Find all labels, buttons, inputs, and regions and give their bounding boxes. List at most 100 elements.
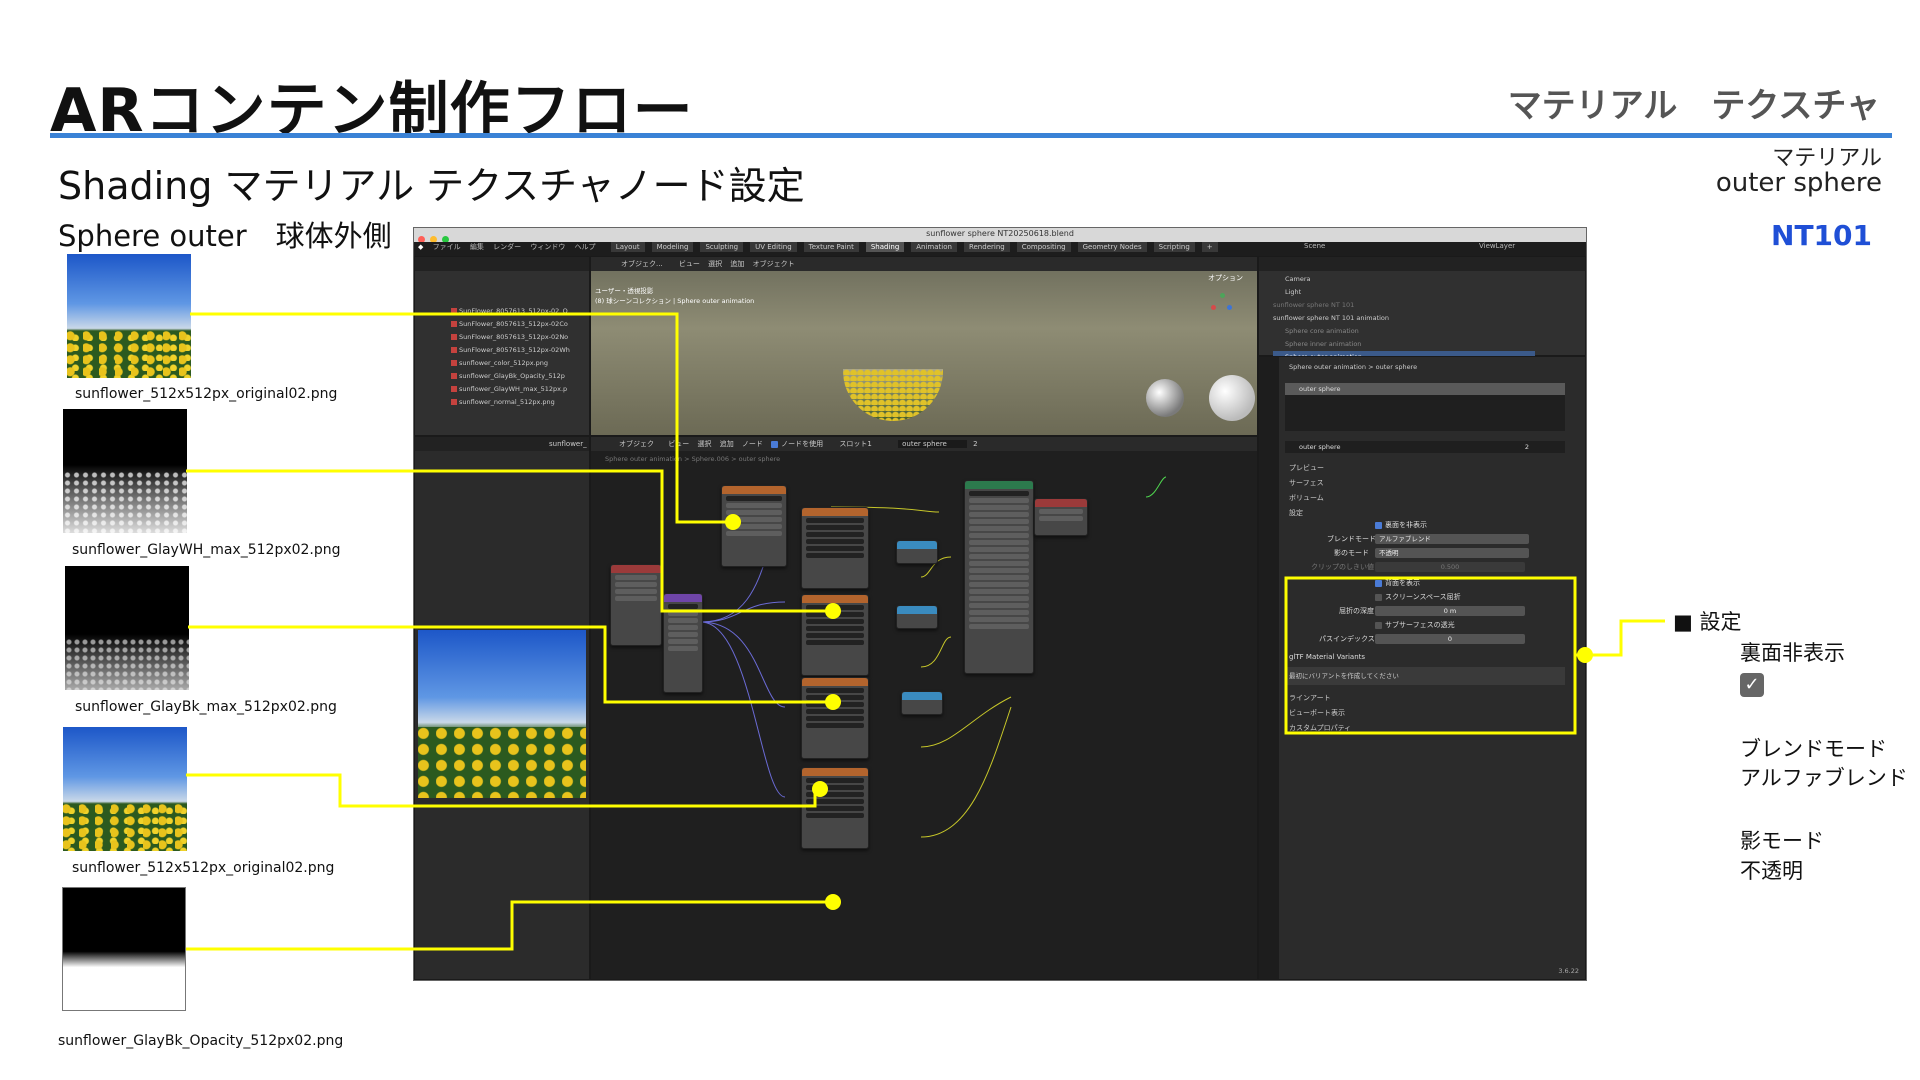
clip-threshold-label: クリップのしきい値	[1311, 563, 1374, 571]
backface-culling-row[interactable]: 裏面を非表示	[1375, 520, 1427, 532]
thumbnail-original-2	[63, 727, 187, 851]
sss-translucency-checkbox[interactable]	[1375, 621, 1382, 629]
section-lineart[interactable]: ラインアート	[1289, 691, 1351, 706]
prop-breadcrumb-material[interactable]: outer sphere	[1376, 363, 1418, 371]
material-slot-item[interactable]: outer sphere	[1285, 383, 1565, 395]
tab-geometry-nodes[interactable]: Geometry Nodes	[1077, 242, 1147, 252]
node-image-texture-glaybk[interactable]	[801, 594, 869, 676]
tab-sculpting[interactable]: Sculpting	[700, 242, 744, 252]
section-viewport-display[interactable]: ビューポート表示	[1289, 706, 1351, 721]
node-image-texture-original[interactable]	[801, 677, 869, 759]
node-mapping[interactable]	[663, 593, 703, 693]
ssr-row[interactable]: スクリーンスペース屈折	[1375, 592, 1461, 604]
gltf-variants-section[interactable]: glTF Material Variants	[1289, 653, 1365, 665]
menu-window[interactable]: ウィンドウ	[530, 243, 565, 251]
outliner-item-object[interactable]: Sphere core animation	[1273, 325, 1535, 338]
show-backface-label: 背面を表示	[1385, 579, 1420, 587]
outliner-item-collection[interactable]: sunflower sphere NT 101 animation	[1273, 312, 1535, 325]
viewlayer-selector[interactable]: ViewLayer	[1479, 242, 1515, 250]
tab-texture-paint[interactable]: Texture Paint	[803, 242, 859, 252]
material-name: outer sphere	[1715, 168, 1882, 198]
properties-tabs	[1259, 357, 1279, 979]
file-item[interactable]: sunflower_GlayBk_Opacity_512p	[415, 370, 589, 383]
tab-layout[interactable]: Layout	[610, 242, 645, 252]
thumbnail-caption: sunflower_GlayBk_Opacity_512px02.png	[58, 1033, 344, 1049]
viewport-3d[interactable]: オブジェク... ビュー 選択 追加 オブジェクト オプション ユーザー・透視投…	[590, 256, 1258, 436]
navigation-gizmo[interactable]	[1211, 293, 1233, 315]
blender-logo-icon[interactable]: ◆	[418, 243, 423, 251]
tab-shading[interactable]: Shading	[865, 242, 905, 252]
clip-threshold-field[interactable]: 0.500	[1375, 562, 1525, 572]
tab-scripting[interactable]: Scripting	[1153, 242, 1195, 252]
blend-mode-label: ブレンドモード	[1327, 535, 1376, 543]
material-datablock-name[interactable]: outer sphere	[1299, 443, 1341, 451]
tab-modeling[interactable]: Modeling	[651, 242, 694, 252]
outliner-item-camera[interactable]: Camera	[1273, 273, 1535, 286]
menu-file[interactable]: ファイル	[433, 243, 461, 251]
node-image-texture-color[interactable]	[721, 485, 787, 567]
outliner-item-collection[interactable]: sunflower sphere NT 101	[1273, 299, 1535, 312]
scene-selector[interactable]: Scene	[1304, 242, 1325, 250]
file-item[interactable]: SunFlower_8057613_512px-02_O	[415, 305, 589, 318]
material-slot-list[interactable]: outer sphere	[1285, 383, 1565, 431]
viewport-options[interactable]: オプション	[1208, 273, 1243, 283]
material-datablock[interactable]: outer sphere 2	[1285, 441, 1565, 453]
menu-render[interactable]: レンダー	[493, 243, 521, 251]
show-backface-checkbox[interactable]	[1375, 579, 1382, 587]
node-material-output[interactable]	[1034, 498, 1088, 536]
file-item[interactable]: sunflower_normal_512px.png	[415, 396, 589, 409]
image-name[interactable]: sunflower_	[549, 440, 587, 448]
file-item[interactable]: SunFlower_8057613_512px-02Co	[415, 318, 589, 331]
tab-animation[interactable]: Animation	[911, 242, 957, 252]
prop-breadcrumb-object[interactable]: Sphere outer animation	[1289, 363, 1366, 371]
properties-breadcrumb: Sphere outer animation > outer sphere	[1289, 363, 1418, 371]
node-principled-bsdf[interactable]	[964, 480, 1034, 674]
node-texture-coordinate[interactable]	[610, 564, 662, 646]
material-preview-ball	[1146, 379, 1184, 417]
tab-uv-editing[interactable]: UV Editing	[750, 242, 797, 252]
section-settings[interactable]: 設定	[1289, 506, 1324, 521]
section-preview[interactable]: プレビュー	[1289, 461, 1324, 476]
blend-mode-dropdown[interactable]: アルファブレンド	[1375, 534, 1529, 544]
sss-translucency-row[interactable]: サブサーフェスの透光	[1375, 620, 1455, 632]
tab-rendering[interactable]: Rendering	[963, 242, 1010, 252]
node-image-texture-glaywh[interactable]	[801, 507, 869, 589]
ssr-checkbox[interactable]	[1375, 593, 1382, 601]
material-user-count[interactable]: 2	[1525, 441, 1529, 453]
node-image-texture-opacity[interactable]	[801, 767, 869, 849]
section-custom-properties[interactable]: カスタムプロパティ	[1289, 721, 1351, 736]
viewport-info: ユーザー・透視投影	[595, 287, 654, 295]
properties-more-sections: ラインアート ビューポート表示 カスタムプロパティ	[1289, 691, 1351, 736]
viewport-menu-object[interactable]: オブジェクト	[753, 260, 795, 268]
node-rgb-to-bw[interactable]	[896, 540, 938, 564]
add-workspace-button[interactable]: +	[1201, 242, 1218, 252]
shadow-mode-dropdown[interactable]: 不透明	[1375, 548, 1529, 558]
outliner-item-object[interactable]: Sphere inner animation	[1273, 338, 1535, 351]
viewport-menu-view[interactable]: ビュー	[679, 260, 700, 268]
refraction-depth-field[interactable]: 0 m	[1375, 606, 1525, 616]
node-rgb-to-bw[interactable]	[896, 605, 938, 629]
viewport-mode[interactable]: オブジェク...	[621, 260, 663, 268]
section-label: Sphere outer 球体外側	[58, 219, 392, 253]
pass-index-field[interactable]: 0	[1375, 634, 1525, 644]
backface-culling-checkbox[interactable]	[1375, 521, 1382, 529]
image-editor-header: sunflower_	[415, 437, 589, 451]
file-item[interactable]: SunFlower_8057613_512px-02Wh	[415, 344, 589, 357]
show-backface-row[interactable]: 背面を表示	[1375, 578, 1420, 590]
outliner-item-light[interactable]: Light	[1273, 286, 1535, 299]
outliner-list: Camera Light sunflower sphere NT 101 sun…	[1273, 273, 1535, 364]
thumbnail-original	[67, 254, 191, 378]
viewport-menu-add[interactable]: 追加	[730, 260, 744, 268]
menu-edit[interactable]: 編集	[470, 243, 484, 251]
sphere-object	[843, 369, 943, 421]
section-surface[interactable]: サーフェス	[1289, 476, 1324, 491]
file-item[interactable]: sunflower_color_512px.png	[415, 357, 589, 370]
section-volume[interactable]: ボリューム	[1289, 491, 1324, 506]
file-item[interactable]: sunflower_GlayWH_max_512px.p	[415, 383, 589, 396]
tab-compositing[interactable]: Compositing	[1016, 242, 1071, 252]
file-item[interactable]: SunFlower_8057613_512px-02No	[415, 331, 589, 344]
viewport-menu-select[interactable]: 選択	[708, 260, 722, 268]
menu-help[interactable]: ヘルプ	[575, 243, 596, 251]
node-editor-panel[interactable]: オブジェク ビュー 選択 追加 ノード ノードを使用 スロット1 outer s…	[590, 436, 1258, 980]
node-rgb-to-bw[interactable]	[901, 691, 943, 715]
